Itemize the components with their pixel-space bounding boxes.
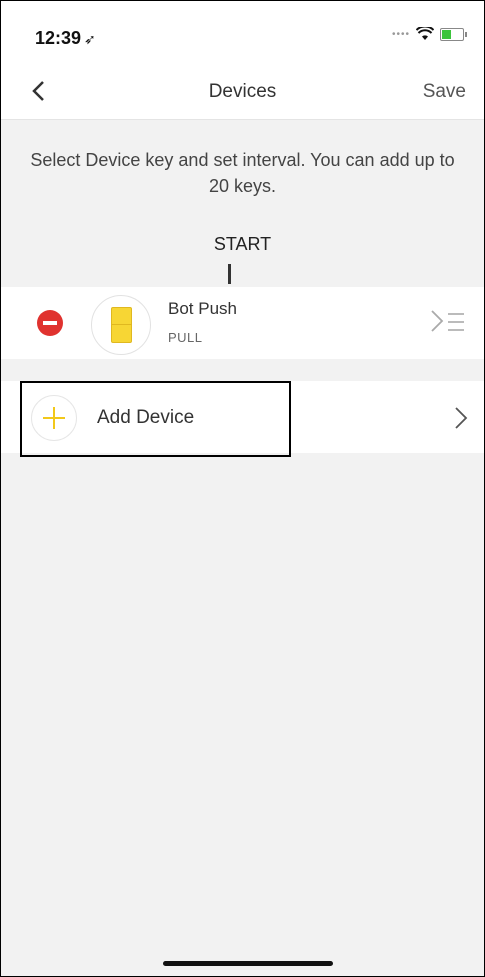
start-marker (228, 264, 231, 284)
location-arrow-icon: ➶ (84, 31, 96, 47)
save-button[interactable]: Save (423, 81, 466, 103)
battery-charging-icon (440, 27, 467, 41)
home-indicator[interactable] (163, 961, 333, 966)
add-device-label[interactable]: Add Device (97, 407, 194, 429)
device-name: Bot Push (168, 299, 237, 318)
drag-handle-icon[interactable] (448, 313, 464, 337)
add-device-row[interactable]: Add Device (1, 381, 484, 457)
device-mode: PULL (168, 330, 203, 345)
start-label: START (213, 234, 272, 254)
time-text: 12:39 (35, 28, 82, 48)
page-title: Devices (208, 81, 277, 102)
device-row-bot-push[interactable]: Bot Push PULL (1, 287, 484, 359)
signal-dots-icon: •••• (391, 28, 410, 40)
battery-level (442, 29, 451, 39)
remove-circle-icon[interactable] (37, 310, 63, 336)
status-bar: 12:39 ➶ •••• (1, 1, 484, 63)
device-avatar (91, 295, 151, 355)
app-screen: 12:39 ➶ •••• Devices Save Select Device k… (0, 0, 485, 977)
plus-circle-icon[interactable] (31, 395, 77, 441)
wifi-icon (416, 27, 434, 40)
instructions-text: Select Device key and set interval. You … (30, 150, 455, 196)
nav-bar: Devices Save (1, 63, 484, 120)
status-icons: •••• (391, 27, 467, 41)
status-time: 12:39 ➶ (35, 28, 96, 49)
chevron-right-icon[interactable] (454, 406, 468, 430)
switchbot-icon (111, 307, 132, 343)
chevron-right-icon[interactable] (430, 309, 444, 333)
